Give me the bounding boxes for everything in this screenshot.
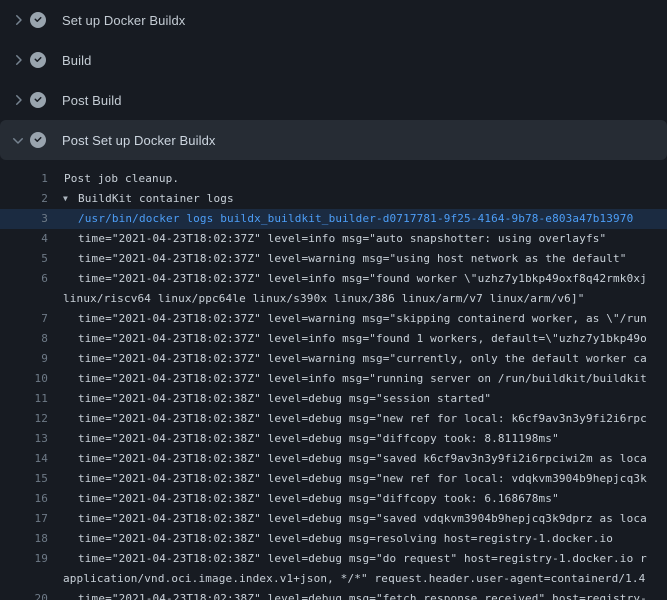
- step-section-list: Set up Docker Buildx Build P: [0, 0, 667, 160]
- log-line: application/vnd.oci.image.index.v1+json,…: [0, 569, 667, 589]
- log-line: 3 /usr/bin/docker logs buildx_buildkit_b…: [0, 209, 667, 229]
- log-line-text: /usr/bin/docker logs buildx_buildkit_bui…: [78, 209, 633, 229]
- log-line: 14 time="2021-04-23T18:02:38Z" level=deb…: [0, 449, 667, 469]
- log-line-text: time="2021-04-23T18:02:38Z" level=debug …: [78, 509, 647, 529]
- line-number[interactable]: 18: [0, 529, 48, 549]
- log-line: 12 time="2021-04-23T18:02:38Z" level=deb…: [0, 409, 667, 429]
- line-number[interactable]: 5: [0, 249, 48, 269]
- log-line: 1 Post job cleanup.: [0, 169, 667, 189]
- log-line-text: time="2021-04-23T18:02:37Z" level=warnin…: [78, 309, 647, 329]
- line-number[interactable]: 10: [0, 369, 48, 389]
- log-line-text: time="2021-04-23T18:02:38Z" level=debug …: [78, 409, 647, 429]
- log-line-text: time="2021-04-23T18:02:38Z" level=debug …: [78, 549, 647, 569]
- line-number[interactable]: 11: [0, 389, 48, 409]
- line-number[interactable]: 20: [0, 589, 48, 600]
- step-section-header[interactable]: Post Build: [0, 80, 667, 120]
- workflow-logs-panel: Set up Docker Buildx Build P: [0, 0, 667, 600]
- step-section-label: Set up Docker Buildx: [62, 13, 185, 28]
- line-number[interactable]: 6: [0, 269, 48, 289]
- log-line-text: time="2021-04-23T18:02:37Z" level=info m…: [78, 229, 606, 249]
- log-line-text: time="2021-04-23T18:02:37Z" level=info m…: [78, 329, 647, 349]
- check-circle-icon: [30, 132, 46, 148]
- step-section-header[interactable]: Post Set up Docker Buildx: [0, 120, 667, 160]
- log-line-text: time="2021-04-23T18:02:38Z" level=debug …: [78, 529, 613, 549]
- log-line-text: BuildKit container logs: [78, 189, 234, 209]
- log-line: 13 time="2021-04-23T18:02:38Z" level=deb…: [0, 429, 667, 449]
- group-toggle-icon[interactable]: ▼: [63, 189, 68, 209]
- log-line: linux/riscv64 linux/ppc64le linux/s390x …: [0, 289, 667, 309]
- line-number[interactable]: 3: [0, 209, 48, 229]
- log-line-text: time="2021-04-23T18:02:37Z" level=info m…: [78, 369, 647, 389]
- log-line-text: Post job cleanup.: [64, 169, 179, 189]
- log-line: 18 time="2021-04-23T18:02:38Z" level=deb…: [0, 529, 667, 549]
- line-number[interactable]: 1: [0, 169, 48, 189]
- log-line-text: time="2021-04-23T18:02:37Z" level=warnin…: [78, 349, 647, 369]
- log-output: 1 Post job cleanup. 2 ▼ BuildKit contain…: [0, 169, 667, 600]
- line-number[interactable]: 9: [0, 349, 48, 369]
- chevron-right-icon[interactable]: [10, 12, 26, 28]
- log-line: 9 time="2021-04-23T18:02:37Z" level=warn…: [0, 349, 667, 369]
- log-line: 15 time="2021-04-23T18:02:38Z" level=deb…: [0, 469, 667, 489]
- log-line-text: time="2021-04-23T18:02:38Z" level=debug …: [78, 429, 559, 449]
- log-line-text: time="2021-04-23T18:02:37Z" level=warnin…: [78, 249, 627, 269]
- check-circle-icon: [30, 52, 46, 68]
- log-line: 16 time="2021-04-23T18:02:38Z" level=deb…: [0, 489, 667, 509]
- log-line: 2 ▼ BuildKit container logs: [0, 189, 667, 209]
- line-number[interactable]: 15: [0, 469, 48, 489]
- line-number[interactable]: 14: [0, 449, 48, 469]
- step-section-header[interactable]: Set up Docker Buildx: [0, 0, 667, 40]
- line-number[interactable]: 8: [0, 329, 48, 349]
- line-number[interactable]: 19: [0, 549, 48, 569]
- log-line-text: time="2021-04-23T18:02:38Z" level=debug …: [78, 389, 491, 409]
- log-line: 17 time="2021-04-23T18:02:38Z" level=deb…: [0, 509, 667, 529]
- check-circle-icon: [30, 12, 46, 28]
- log-line-text: time="2021-04-23T18:02:38Z" level=debug …: [78, 589, 647, 600]
- chevron-down-icon[interactable]: [10, 132, 26, 148]
- line-number[interactable]: 13: [0, 429, 48, 449]
- line-number[interactable]: 2: [0, 189, 48, 209]
- line-number[interactable]: 17: [0, 509, 48, 529]
- line-number[interactable]: 4: [0, 229, 48, 249]
- chevron-right-icon[interactable]: [10, 52, 26, 68]
- log-line: 5 time="2021-04-23T18:02:37Z" level=warn…: [0, 249, 667, 269]
- step-section-label: Build: [62, 53, 91, 68]
- log-line: 20 time="2021-04-23T18:02:38Z" level=deb…: [0, 589, 667, 600]
- log-line-text: time="2021-04-23T18:02:37Z" level=info m…: [78, 269, 647, 289]
- log-line: 19 time="2021-04-23T18:02:38Z" level=deb…: [0, 549, 667, 569]
- step-section-label: Post Set up Docker Buildx: [62, 133, 216, 148]
- log-line-text: time="2021-04-23T18:02:38Z" level=debug …: [78, 469, 647, 489]
- log-line: 10 time="2021-04-23T18:02:37Z" level=inf…: [0, 369, 667, 389]
- step-section-label: Post Build: [62, 93, 122, 108]
- step-section-header[interactable]: Build: [0, 40, 667, 80]
- log-line-text: time="2021-04-23T18:02:38Z" level=debug …: [78, 449, 647, 469]
- log-line: 6 time="2021-04-23T18:02:37Z" level=info…: [0, 269, 667, 289]
- line-number[interactable]: 16: [0, 489, 48, 509]
- line-number[interactable]: 7: [0, 309, 48, 329]
- log-line-text: application/vnd.oci.image.index.v1+json,…: [63, 569, 645, 589]
- log-line: 8 time="2021-04-23T18:02:37Z" level=info…: [0, 329, 667, 349]
- check-circle-icon: [30, 92, 46, 108]
- chevron-right-icon[interactable]: [10, 92, 26, 108]
- log-line: 4 time="2021-04-23T18:02:37Z" level=info…: [0, 229, 667, 249]
- log-line-text: linux/riscv64 linux/ppc64le linux/s390x …: [63, 289, 585, 309]
- log-line: 7 time="2021-04-23T18:02:37Z" level=warn…: [0, 309, 667, 329]
- log-line: 11 time="2021-04-23T18:02:38Z" level=deb…: [0, 389, 667, 409]
- line-number[interactable]: 12: [0, 409, 48, 429]
- log-line-text: time="2021-04-23T18:02:38Z" level=debug …: [78, 489, 559, 509]
